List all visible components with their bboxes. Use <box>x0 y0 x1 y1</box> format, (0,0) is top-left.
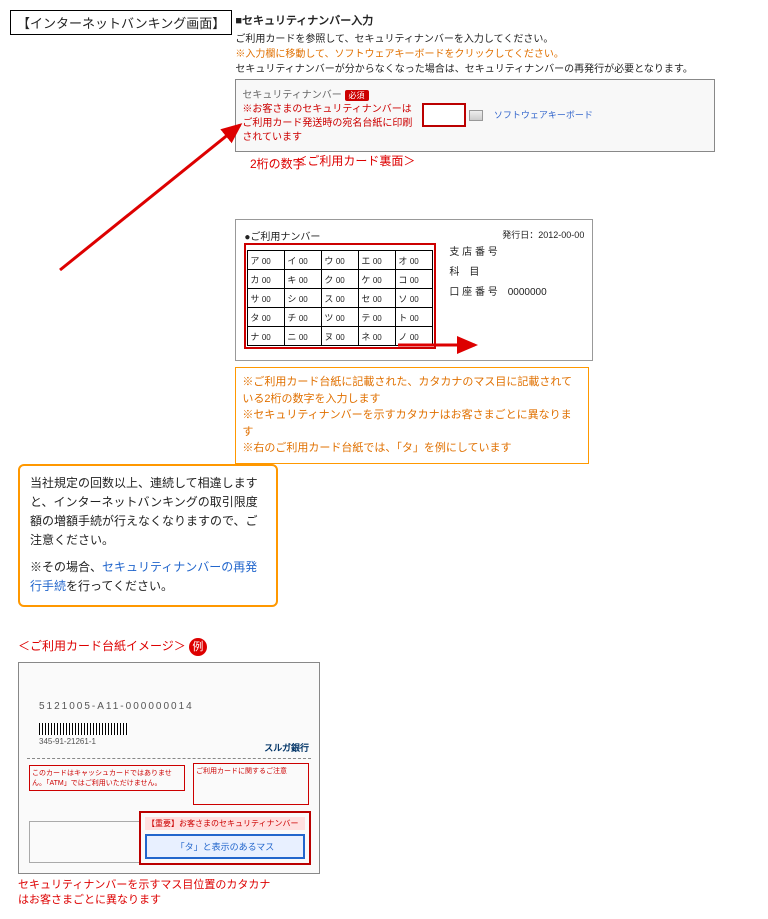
example-badge: 例 <box>189 638 207 656</box>
panel-label: セキュリティナンバー <box>242 90 341 101</box>
barcode <box>39 723 129 735</box>
kana-cell: ア 00 <box>248 251 285 270</box>
kana-cell: ソ 00 <box>396 289 433 308</box>
security-number-panel: セキュリティナンバー 必須 ※お客さまのセキュリティナンバーはご利用カード発送時… <box>235 79 715 152</box>
two-digit-annotation: 2桁の数字 <box>250 155 305 172</box>
kana-cell: オ 00 <box>396 251 433 270</box>
keyboard-icon <box>469 110 483 121</box>
kana-cell: イ 00 <box>285 251 322 270</box>
kana-cell: ネ 00 <box>359 327 396 346</box>
arrow-to-input <box>30 110 260 280</box>
kana-grid: ア 00イ 00ウ 00エ 00オ 00 カ 00キ 00ク 00ケ 00コ 00… <box>247 250 433 346</box>
care-box: ご利用カードに関するご注意 <box>193 763 309 805</box>
caution-bubble: 当社規定の回数以上、連続して相違しますと、インターネットバンキングの取引限度額の… <box>18 464 278 607</box>
section-head: ■セキュリティナンバー入力 <box>235 12 715 28</box>
mini-grid <box>29 821 141 863</box>
kana-cell: ヌ 00 <box>322 327 359 346</box>
explain-box: ※ご利用カード台紙に記載された、カタカナのマス目に記載されている2桁の数字を入力… <box>235 367 589 464</box>
kana-cell: シ 00 <box>285 289 322 308</box>
kana-cell: ノ 00 <box>396 327 433 346</box>
kana-cell: セ 00 <box>359 289 396 308</box>
soft-keyboard-link[interactable]: ソフトウェアキーボード <box>469 110 593 121</box>
required-badge: 必須 <box>345 90 369 101</box>
kana-cell: ト 00 <box>396 308 433 327</box>
security-callout-head: 【重要】お客さまのセキュリティナンバー <box>145 817 305 830</box>
kana-cell: ケ 00 <box>359 270 396 289</box>
card-mount-image: 5121005-A11-000000014 345-91-21261-1 スルガ… <box>18 662 320 874</box>
kana-cell: タ 00 <box>248 308 285 327</box>
card-back-panel: ●ご利用ナンバー 発行日：2012-00-00 ア 00イ 00ウ 00エ 00… <box>235 219 593 361</box>
kana-cell: コ 00 <box>396 270 433 289</box>
security-callout-cell: 「タ」と表示のあるマス <box>145 834 305 859</box>
card-number: 5121005-A11-000000014 <box>39 701 194 712</box>
card-fields: 支 店 番 号 科 目 口 座 番 号 0000000 <box>449 243 546 303</box>
bank-logo: スルガ銀行 <box>264 741 309 754</box>
kana-cell: ナ 00 <box>248 327 285 346</box>
instruction-line-2: ※入力欄に移動して、ソフトウェアキーボードをクリックしてください。 <box>235 45 715 60</box>
kana-cell: ス 00 <box>322 289 359 308</box>
issue-date: 発行日：2012-00-00 <box>502 228 584 241</box>
kana-cell: カ 00 <box>248 270 285 289</box>
page-title: 【インターネットバンキング画面】 <box>10 10 232 35</box>
kana-cell: テ 00 <box>359 308 396 327</box>
card-image-heading: ＜ご利用カード台紙イメージ＞ <box>18 639 186 653</box>
instruction-line-3: セキュリティナンバーが分からなくなった場合は、セキュリティナンバーの再発行が必要… <box>235 60 715 75</box>
security-callout-box: 【重要】お客さまのセキュリティナンバー 「タ」と表示のあるマス <box>139 811 311 865</box>
kana-cell: サ 00 <box>248 289 285 308</box>
card-back-heading: ＜ご利用カード裏面＞ <box>295 152 715 169</box>
kana-cell: ク 00 <box>322 270 359 289</box>
kana-cell: ツ 00 <box>322 308 359 327</box>
kana-cell: キ 00 <box>285 270 322 289</box>
warn-box: このカードはキャッシュカードではありません。「ATM」ではご利用いただけません。 <box>29 765 185 791</box>
card-back-label: ●ご利用ナンバー <box>244 232 320 243</box>
barcode-number: 345-91-21261-1 <box>39 737 96 746</box>
kana-cell: ニ 00 <box>285 327 322 346</box>
instruction-line-1: ご利用カードを参照して、セキュリティナンバーを入力してください。 <box>235 30 715 45</box>
kana-cell: チ 00 <box>285 308 322 327</box>
security-number-input[interactable] <box>422 103 466 127</box>
panel-note: ※お客さまのセキュリティナンバーはご利用カード発送時の宛名台紙に印刷されています <box>242 103 412 145</box>
kana-cell: ウ 00 <box>322 251 359 270</box>
kana-cell: エ 00 <box>359 251 396 270</box>
card-annotation: セキュリティナンバーを示すマス目位置のカタカナはお客さまごとに異なります <box>18 878 278 909</box>
